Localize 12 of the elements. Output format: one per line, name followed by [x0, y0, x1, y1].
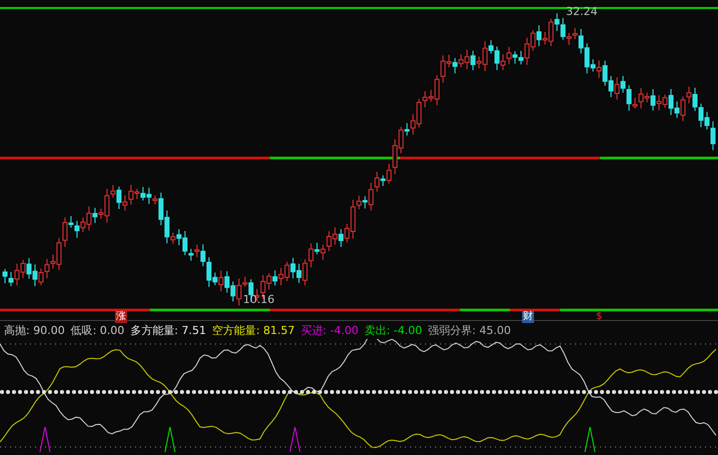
signal-mark: $	[595, 311, 604, 323]
indicator-value: 强弱分界: 45.00	[428, 322, 511, 338]
signal-badge: 财	[522, 311, 534, 323]
signal-badge: 涨	[115, 311, 127, 323]
price-label: 32.24	[566, 6, 598, 18]
indicator-value: 卖出: -4.00	[364, 322, 422, 338]
indicator-value: 低吸: 0.00	[70, 322, 124, 338]
indicator-value: 多方能量: 7.51	[130, 322, 206, 338]
indicator-value: 空方能量: 81.57	[212, 322, 295, 338]
indicator-value: 高抛: 90.00	[4, 322, 65, 338]
indicator-value: 买进: -4.00	[300, 322, 358, 338]
price-label: 10.16	[243, 294, 274, 306]
